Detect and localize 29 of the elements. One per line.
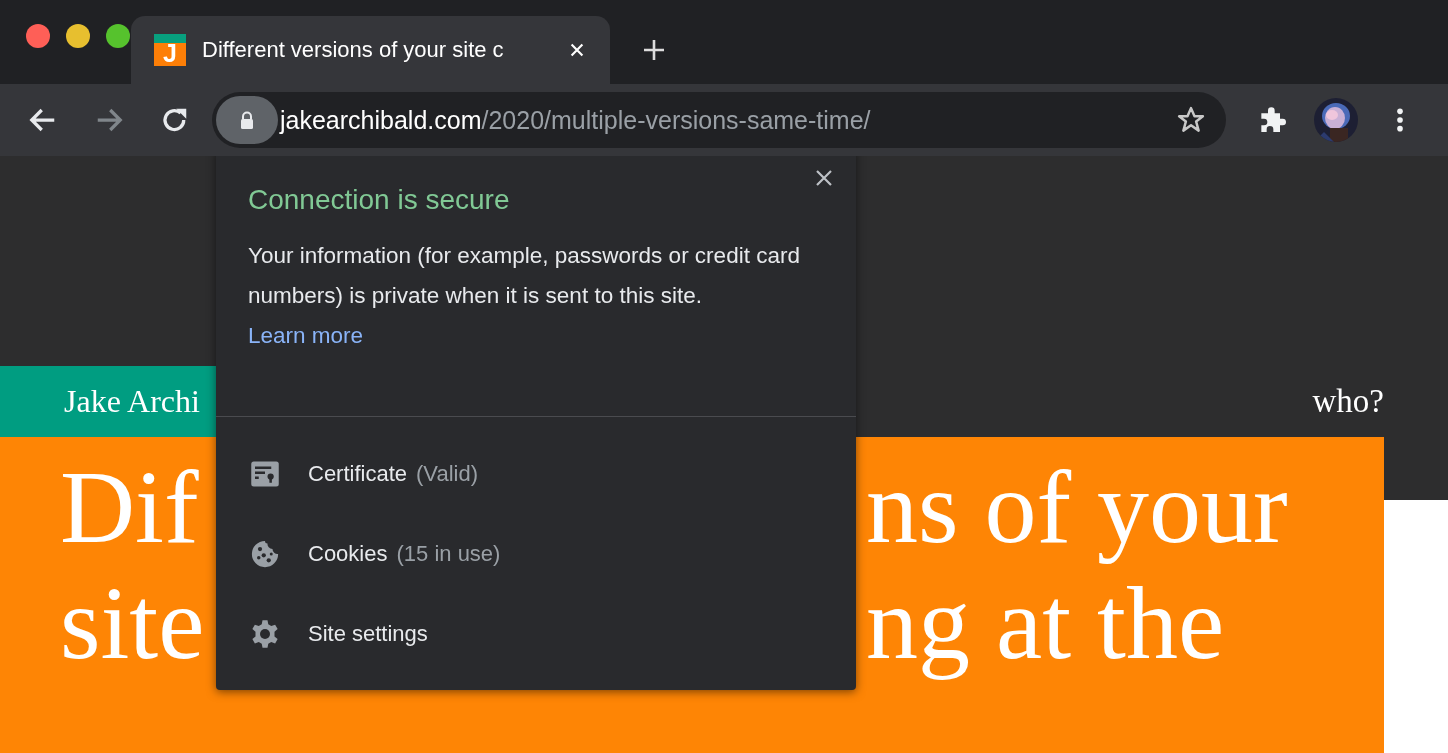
menu-item[interactable]: Site settings bbox=[216, 594, 856, 674]
star-icon[interactable] bbox=[1176, 105, 1206, 135]
heading-text: ns of your bbox=[866, 449, 1288, 565]
new-tab-icon[interactable] bbox=[642, 38, 666, 62]
security-description: Your information (for example, passwords or credit card numbers) is private when it is sent to this site. Learn more bbox=[248, 242, 801, 350]
menu-icon[interactable] bbox=[1396, 107, 1404, 133]
address-bar[interactable]: jakearchibald.com/2020/multiple-versions-same-time/ bbox=[212, 92, 1226, 148]
lock-icon bbox=[239, 111, 255, 129]
url-text: jakearchibald.com/2020/multiple-versions-same-time/ bbox=[280, 105, 872, 135]
heading-text: site bbox=[59, 565, 206, 681]
heading-text: ng at the bbox=[866, 565, 1225, 681]
favicon-logo: J bbox=[154, 34, 186, 66]
gear-icon bbox=[250, 619, 280, 649]
window-control[interactable] bbox=[66, 24, 90, 48]
site-info-button[interactable] bbox=[216, 96, 278, 144]
close-icon[interactable] bbox=[568, 41, 586, 59]
nav-link[interactable]: who? bbox=[1312, 383, 1384, 420]
menu-item[interactable]: Cookies (15 in use) bbox=[216, 514, 856, 594]
certificate-icon bbox=[250, 459, 280, 489]
close-icon[interactable] bbox=[814, 168, 834, 188]
menu-item[interactable]: Certificate (Valid) bbox=[216, 434, 856, 514]
heading-text: Dif bbox=[59, 449, 200, 565]
window-control[interactable] bbox=[26, 24, 50, 48]
popup-title: Connection is secure bbox=[248, 184, 511, 216]
window-control[interactable] bbox=[106, 24, 130, 48]
browser-tab[interactable]: J Different versions of your site c bbox=[131, 16, 610, 84]
cookie-icon bbox=[250, 539, 280, 569]
tab-title: Different versions of your site c bbox=[202, 37, 505, 63]
learn-more-link[interactable]: Learn more bbox=[248, 323, 364, 348]
